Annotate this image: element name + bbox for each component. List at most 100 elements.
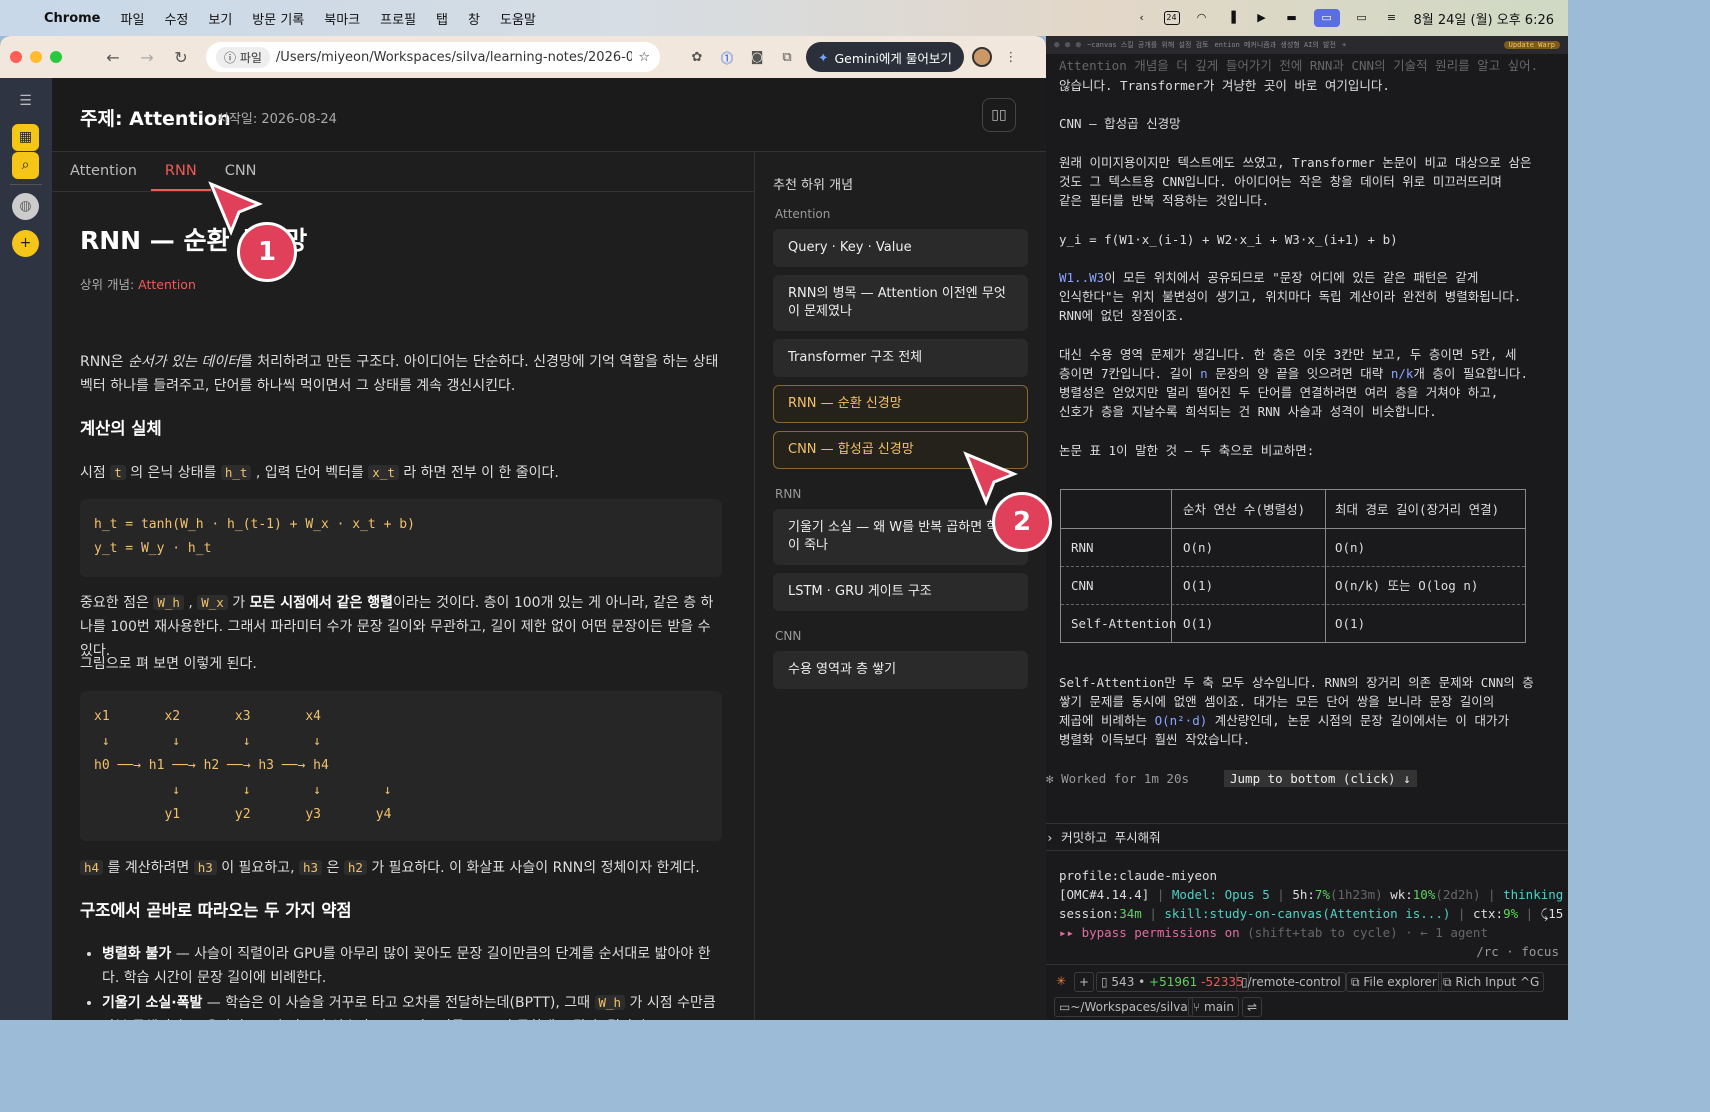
terminal-tabbar: ● ● ● ~canvas 스킬 공개를 위해 설정 검토 ention 메커니… bbox=[1046, 36, 1568, 54]
status-wk-reset: (2d2h) bbox=[1435, 887, 1481, 902]
gemini-label: Gemini에게 물어보기 bbox=[834, 50, 952, 66]
add-icon[interactable]: + bbox=[12, 230, 39, 257]
camera-icon[interactable]: ◙ bbox=[746, 50, 768, 65]
branch-icon: ⑂ bbox=[1193, 1000, 1205, 1014]
remote-control-button[interactable]: ▯/remote-control bbox=[1236, 972, 1346, 992]
p2-b: 의 은닉 상태를 bbox=[125, 465, 221, 481]
terminal-line: 같은 필터를 반복 적용하는 것입니다. bbox=[1059, 193, 1270, 208]
window-close-button[interactable] bbox=[10, 51, 22, 63]
prompt-input[interactable]: › 커밋하고 푸시해줘 bbox=[1046, 823, 1568, 851]
recommend-item[interactable]: RNN의 병목 — Attention 이전엔 무엇이 문제였나 bbox=[773, 275, 1028, 331]
terminal-line: W1..W3이 모든 위치에서 공유되므로 "문장 어디에 있든 같은 패턴은 … bbox=[1059, 268, 1559, 288]
grid-icon[interactable]: ▦ bbox=[12, 124, 39, 151]
bookmark-star-icon[interactable]: ☆ bbox=[638, 50, 650, 65]
display-icon[interactable]: ▬ bbox=[1284, 11, 1300, 25]
menu-edit[interactable]: 수정 bbox=[164, 9, 188, 28]
menu-help[interactable]: 도움말 bbox=[500, 9, 536, 28]
code-wx: W_x bbox=[197, 595, 228, 610]
tab-attention[interactable]: Attention bbox=[56, 152, 151, 191]
sidebar-toggle-icon[interactable]: ▐ bbox=[1224, 11, 1240, 25]
diff-icon[interactable]: ⇌ bbox=[1242, 997, 1263, 1017]
file-explorer-button[interactable]: ⧉ File explorer bbox=[1346, 972, 1442, 992]
calendar-icon[interactable]: 24 bbox=[1163, 11, 1180, 25]
map-icon[interactable]: ▯▯ bbox=[982, 98, 1016, 132]
code-block-formula: h_t = tanh(W_h · h_(t-1) + W_x · x_t + b… bbox=[80, 499, 722, 577]
working-dir[interactable]: ▭~/Workspaces/silva bbox=[1054, 997, 1193, 1017]
new-tab-icon[interactable]: + bbox=[1342, 41, 1346, 49]
git-branch[interactable]: ⑂ main bbox=[1188, 997, 1239, 1017]
window-zoom-button[interactable] bbox=[50, 51, 62, 63]
menu-history[interactable]: 방문 기록 bbox=[252, 9, 304, 28]
app-sidebar: ☰ ▦ ⌕ ◍ + bbox=[0, 78, 52, 1020]
heading-calc: 계산의 실체 bbox=[80, 419, 162, 438]
password-manager-icon[interactable]: ⓵ bbox=[716, 48, 738, 67]
terminal-line: Attention 개념을 더 깊게 들어가기 전에 RNN과 CNN의 기술적… bbox=[1059, 58, 1539, 73]
terminal-tab[interactable]: ention 메커니즘과 생성형 AI의 발전 bbox=[1215, 40, 1336, 50]
paragraph-intro: RNN은 순서가 있는 데이터를 처리하려고 만든 구조다. 아이디어는 단순하… bbox=[80, 350, 720, 398]
gemini-button[interactable]: ✦ Gemini에게 물어보기 bbox=[806, 42, 964, 72]
diff-files: 543 bbox=[1111, 975, 1135, 989]
menu-profiles[interactable]: 프로필 bbox=[380, 9, 416, 28]
window-minimize-button[interactable] bbox=[30, 51, 42, 63]
wifi-icon[interactable]: ◠ bbox=[1194, 11, 1210, 25]
play-circle-icon[interactable]: ▶ bbox=[1254, 11, 1270, 25]
paragraph-chain: h4 를 계산하려면 h3 이 필요하고, h3 은 h2 가 필요하다. 이 … bbox=[80, 856, 720, 880]
reload-icon[interactable]: ↻ bbox=[168, 48, 194, 67]
globe-icon[interactable]: ◍ bbox=[12, 193, 39, 220]
app-header: 주제: Attention 시작일: 2026-08-24 ▯▯ bbox=[52, 78, 1046, 152]
menu-icon[interactable]: ☰ bbox=[12, 88, 39, 115]
recommend-item[interactable]: Query · Key · Value bbox=[773, 229, 1028, 267]
tab-rnn[interactable]: RNN bbox=[150, 152, 211, 191]
recommend-item-rnn[interactable]: RNN — 순환 신경망 bbox=[773, 385, 1028, 423]
prompt-text[interactable]: 커밋하고 푸시해줘 bbox=[1061, 830, 1161, 845]
recommend-item[interactable]: 수용 영역과 층 쌓기 bbox=[773, 651, 1028, 689]
rich-input-button[interactable]: ⧉ Rich Input ^G bbox=[1438, 972, 1545, 992]
table-header: 최대 경로 길이(장거리 연결) bbox=[1335, 502, 1500, 517]
search-list-icon[interactable]: ⌕ bbox=[12, 152, 39, 179]
update-warp-button[interactable]: Update Warp bbox=[1503, 41, 1560, 49]
back-icon[interactable]: ← bbox=[100, 48, 126, 67]
worked-text: Worked for 1m 20s bbox=[1061, 771, 1189, 786]
avatar[interactable] bbox=[971, 47, 992, 67]
terminal-highlight: n/k bbox=[1390, 366, 1414, 381]
add-icon[interactable]: + bbox=[1074, 972, 1095, 992]
control-center-icon[interactable]: ≡ bbox=[1384, 11, 1400, 25]
more-menu-icon[interactable]: ⋮ bbox=[1000, 50, 1022, 65]
url-text[interactable]: /Users/miyeon/Workspaces/silva/learning-… bbox=[276, 50, 632, 65]
parent-label: 상위 개념: bbox=[80, 277, 139, 292]
screen-mirror-icon[interactable]: ▭ bbox=[1313, 9, 1340, 27]
b2-a: — 학습은 이 사슬을 거꾸로 타고 오차를 전달하는데(BPTT), 그때 bbox=[202, 995, 595, 1011]
forward-icon[interactable]: → bbox=[134, 48, 160, 67]
menu-view[interactable]: 보기 bbox=[208, 9, 232, 28]
recommend-item[interactable]: LSTM · GRU 게이트 구조 bbox=[773, 573, 1028, 611]
menu-window[interactable]: 창 bbox=[468, 9, 480, 28]
code-wh-2: W_h bbox=[594, 995, 626, 1010]
terminal-line: 원래 이미지용이지만 텍스트에도 쓰였고, Transformer 논문이 비교… bbox=[1059, 155, 1532, 170]
parent-link[interactable]: Attention bbox=[138, 277, 196, 292]
file-chip[interactable]: ⓘ 파일 bbox=[216, 46, 270, 68]
menu-app-name[interactable]: Chrome bbox=[44, 11, 101, 26]
status-model: Model: Opus 5 bbox=[1171, 887, 1270, 902]
diff-stats[interactable]: ▯ 543 • +51961 -52335 bbox=[1096, 972, 1249, 992]
p2-d: 라 하면 전부 이 한 줄이다. bbox=[398, 465, 559, 481]
code-h4: h4 bbox=[80, 860, 104, 875]
chevron-right-icon: › bbox=[1046, 830, 1062, 845]
list-item: 병렬화 불가 — 사슬이 직렬이라 GPU를 아무리 많이 꽂아도 문장 길이만… bbox=[102, 942, 720, 990]
recommend-item[interactable]: Transformer 구조 전체 bbox=[773, 339, 1028, 377]
table-cell: O(n) bbox=[1335, 540, 1366, 555]
address-bar[interactable]: ⓘ 파일 /Users/miyeon/Workspaces/silva/lear… bbox=[206, 42, 660, 72]
menu-tab[interactable]: 탭 bbox=[436, 9, 448, 28]
extension-icon[interactable]: ✿ bbox=[686, 50, 708, 65]
terminal-window-buttons[interactable]: ● ● ● bbox=[1054, 40, 1081, 50]
puzzle-icon[interactable]: ⧉ bbox=[776, 50, 798, 65]
chevron-left-icon[interactable]: ‹ bbox=[1134, 11, 1150, 25]
claude-icon[interactable]: ✳ bbox=[1052, 972, 1070, 992]
menu-bookmarks[interactable]: 북마크 bbox=[324, 9, 360, 28]
menu-file[interactable]: 파일 bbox=[121, 9, 145, 28]
menu-datetime[interactable]: 8월 24일 (월) 오후 6:26 bbox=[1414, 9, 1554, 28]
recommend-item[interactable]: 기울기 소실 — 왜 W를 반복 곱하면 학습이 죽나 bbox=[773, 509, 1028, 565]
terminal-tab[interactable]: ~canvas 스킬 공개를 위해 설정 검토 bbox=[1087, 40, 1208, 50]
code-block-diagram: x1 x2 x3 x4 ↓ ↓ ↓ ↓ h0 ──→ h1 ──→ h2 ──→… bbox=[80, 691, 722, 841]
terminal-line: RNN에 없던 장점이죠. bbox=[1059, 308, 1185, 323]
jump-to-bottom-button[interactable]: Jump to bottom (click) ↓ bbox=[1224, 769, 1417, 789]
